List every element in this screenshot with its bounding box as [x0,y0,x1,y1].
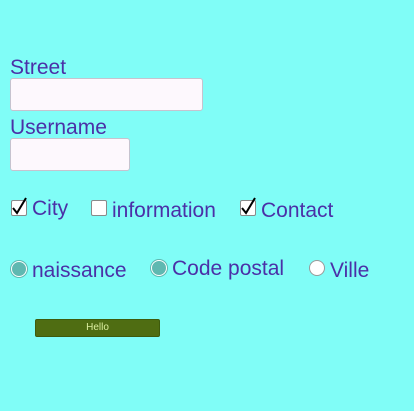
hello-button[interactable]: Hello [35,319,160,337]
street-input[interactable] [10,78,203,111]
naissance-radio[interactable] [11,261,27,277]
ville-radio[interactable] [309,260,325,276]
naissance-radio-label: naissance [32,259,127,282]
information-checkbox[interactable] [91,200,107,216]
checkmark-icon [12,197,27,215]
code-postal-radio-label: Code postal [172,257,285,280]
information-checkbox-label: information [112,199,216,222]
city-checkbox[interactable] [11,197,27,216]
contact-checkbox[interactable] [240,197,256,216]
city-checkbox-label: City [32,197,69,220]
username-input[interactable] [10,138,130,171]
checkmark-icon [241,197,256,215]
contact-checkbox-label: Contact [261,199,334,222]
ville-radio-label: Ville [330,259,370,282]
street-label: Street [10,56,67,79]
code-postal-radio[interactable] [151,260,167,276]
username-label: Username [10,116,107,139]
